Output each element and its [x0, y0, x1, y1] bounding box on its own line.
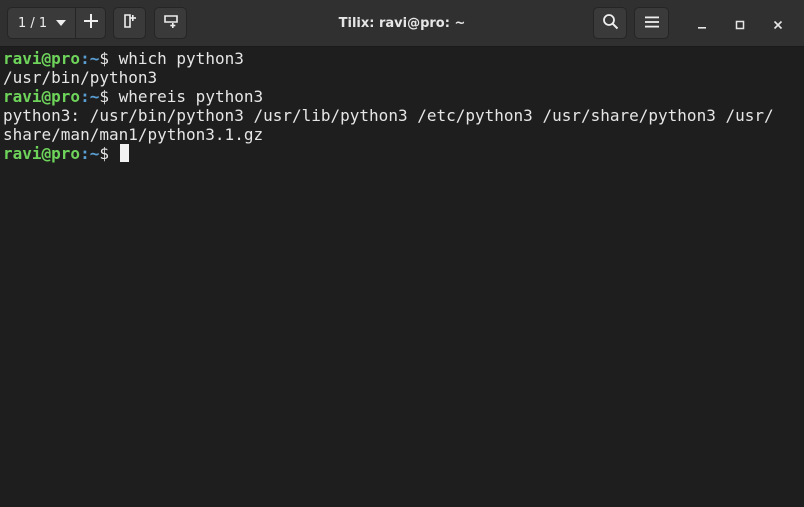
add-terminal-down-button[interactable] [154, 7, 187, 39]
text-cursor [119, 144, 129, 162]
prompt-path: ~ [89, 49, 100, 68]
command-text: whereis python3 [108, 87, 264, 106]
prompt-path: ~ [89, 87, 100, 106]
prompt-path: ~ [89, 144, 100, 163]
command-text: which python3 [108, 49, 244, 68]
maximize-icon [735, 15, 745, 34]
session-controls: 1 / 1 [7, 7, 106, 39]
terminal-window: 1 / 1 Tilix: ravi@pro: ~ ravi@pro:~$ whi… [0, 0, 804, 507]
prompt-line: ravi@pro:~$ whereis python3 [3, 87, 804, 106]
search-icon [602, 13, 619, 34]
session-indicator: 1 / 1 [18, 15, 48, 31]
header-bar: 1 / 1 Tilix: ravi@pro: ~ [0, 0, 804, 47]
maximize-button[interactable] [728, 12, 752, 36]
prompt-user-host: ravi@pro [3, 49, 81, 68]
prompt-user-host: ravi@pro [3, 87, 81, 106]
add-terminal-right-button[interactable] [113, 7, 146, 39]
prompt-line: ravi@pro:~$ which python3 [3, 49, 804, 68]
prompt-symbol: $ [99, 144, 109, 163]
chevron-down-icon [56, 20, 67, 26]
split-down-icon [163, 13, 179, 33]
hamburger-menu-icon [644, 14, 660, 33]
output-line: python3: /usr/bin/python3 /usr/lib/pytho… [3, 106, 774, 125]
prompt-separator: : [80, 144, 90, 163]
prompt-symbol: $ [99, 49, 109, 68]
close-button[interactable] [766, 12, 790, 36]
prompt-user-host: ravi@pro [3, 144, 81, 163]
prompt-line: ravi@pro:~$ [3, 144, 804, 163]
main-menu-button[interactable] [634, 7, 669, 39]
close-icon [773, 15, 783, 34]
plus-icon [83, 13, 99, 33]
add-session-button[interactable] [76, 8, 105, 38]
terminal-output[interactable]: ravi@pro:~$ which python3/usr/bin/python… [0, 48, 804, 507]
output-line: /usr/bin/python3 [3, 68, 158, 87]
minimize-icon [697, 15, 707, 34]
command-text [109, 144, 119, 163]
prompt-separator: : [80, 49, 90, 68]
split-right-icon [122, 13, 138, 33]
output-line: share/man/man1/python3.1.gz [3, 125, 264, 144]
search-button[interactable] [593, 7, 627, 39]
minimize-button[interactable] [690, 12, 714, 36]
prompt-symbol: $ [99, 87, 109, 106]
session-switcher-button[interactable]: 1 / 1 [8, 8, 76, 38]
prompt-separator: : [80, 87, 90, 106]
